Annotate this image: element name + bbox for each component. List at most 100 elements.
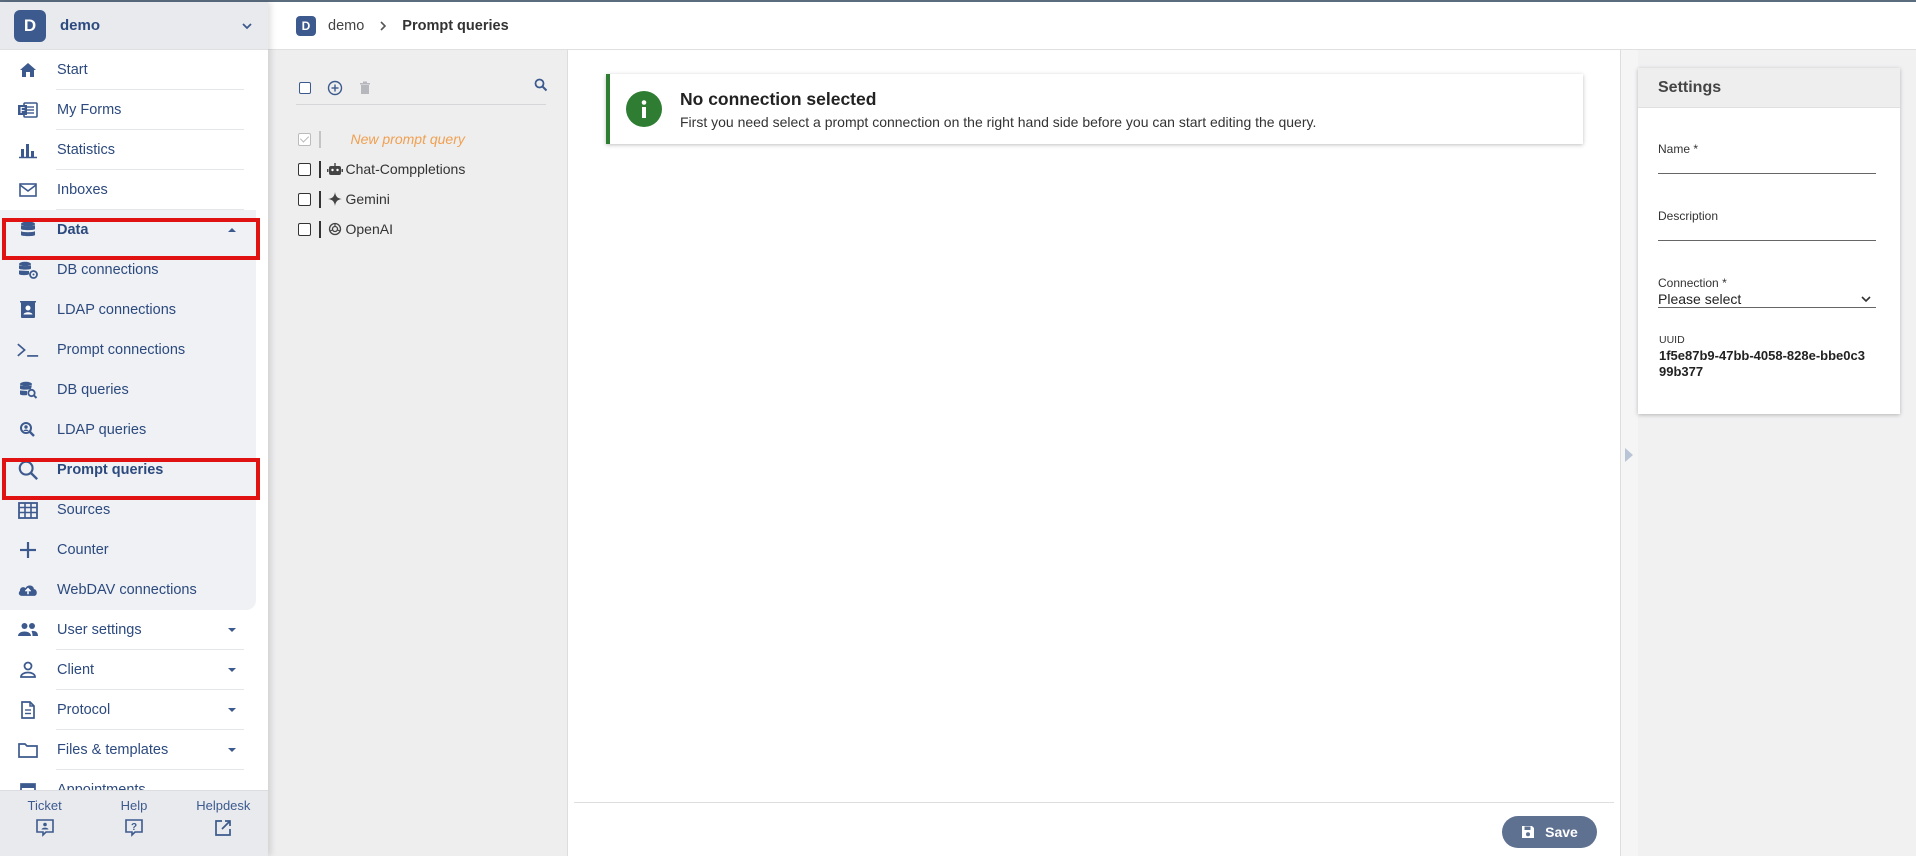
sidebar-item-appointments[interactable]: Appointments bbox=[0, 770, 256, 790]
sidebar-item-label: Statistics bbox=[57, 142, 116, 158]
settings-card: Settings Name * Description Connection *… bbox=[1638, 68, 1900, 414]
help-bubble-icon: ? bbox=[124, 818, 144, 838]
helpdesk-label: Helpdesk bbox=[196, 798, 251, 813]
person-icon bbox=[17, 659, 39, 681]
name-input[interactable] bbox=[1658, 156, 1876, 174]
sidebar-item-db-connections[interactable]: DB connections bbox=[0, 250, 256, 290]
sidebar: D demo Start F My Forms Statistics Inbox… bbox=[0, 2, 268, 856]
sidebar-item-prompt-connections[interactable]: Prompt connections bbox=[0, 330, 256, 370]
svg-text:F: F bbox=[20, 106, 25, 115]
sidebar-item-client[interactable]: Client bbox=[0, 650, 256, 690]
caret-down-icon bbox=[226, 665, 238, 675]
sidebar-item-ldap-connections[interactable]: LDAP connections bbox=[0, 290, 256, 330]
sidebar-item-start[interactable]: Start bbox=[0, 50, 256, 90]
data-submenu: Data DB connections LDAP connections Pro… bbox=[0, 210, 256, 610]
sidebar-item-ldap-queries[interactable]: LDAP queries bbox=[0, 410, 256, 450]
external-link-icon bbox=[213, 818, 233, 838]
sidebar-item-inboxes[interactable]: Inboxes bbox=[0, 170, 256, 210]
help-button[interactable]: Help ? bbox=[99, 798, 169, 838]
tree-search-icon[interactable] bbox=[534, 78, 548, 92]
sidebar-item-label: Appointments bbox=[57, 782, 146, 790]
sidebar-item-sources[interactable]: Sources bbox=[0, 490, 256, 530]
settings-panel-area: Settings Name * Description Connection *… bbox=[1638, 50, 1916, 856]
database-settings-icon bbox=[17, 259, 39, 281]
tenant-name: demo bbox=[60, 17, 101, 34]
tree-item-new[interactable]: New prompt query bbox=[298, 128, 465, 150]
tree-item[interactable]: Chat-Comppletions bbox=[298, 158, 465, 180]
tree-connector bbox=[319, 190, 321, 208]
uuid-value: 1f5e87b9-47bb-4058-828e-bbe0c399b377 bbox=[1659, 348, 1865, 379]
description-input[interactable] bbox=[1658, 223, 1876, 241]
sidebar-item-user-settings[interactable]: User settings bbox=[0, 610, 256, 650]
sidebar-item-db-queries[interactable]: DB queries bbox=[0, 370, 256, 410]
tenant-switcher[interactable]: D demo bbox=[0, 2, 268, 50]
sidebar-item-label: Prompt connections bbox=[57, 342, 186, 358]
new-prompt-query-label: New prompt query bbox=[350, 131, 465, 147]
name-field-label: Name * bbox=[1658, 142, 1699, 156]
sidebar-footer: Ticket Help ? Helpdesk bbox=[0, 790, 268, 856]
connection-field[interactable]: Connection * Please select bbox=[1658, 276, 1876, 308]
description-field[interactable]: Description bbox=[1658, 209, 1876, 241]
people-icon bbox=[17, 619, 39, 641]
tenant-avatar: D bbox=[14, 9, 46, 42]
sidebar-item-label: DB connections bbox=[57, 262, 159, 278]
footer-divider bbox=[574, 802, 1614, 803]
alert-message: First you need select a prompt connectio… bbox=[680, 113, 1317, 130]
calendar-icon bbox=[17, 779, 39, 790]
sidebar-item-data[interactable]: Data bbox=[0, 210, 256, 250]
ticket-button[interactable]: Ticket bbox=[10, 798, 80, 838]
helpdesk-button[interactable]: Helpdesk bbox=[188, 798, 258, 838]
sidebar-item-webdav-connections[interactable]: WebDAV connections bbox=[0, 570, 256, 610]
sidebar-item-label: LDAP connections bbox=[57, 302, 177, 318]
caret-down-icon bbox=[226, 705, 238, 715]
tree-item-checkbox[interactable] bbox=[298, 162, 311, 176]
sidebar-item-my-forms[interactable]: F My Forms bbox=[0, 90, 256, 130]
sidebar-item-files-templates[interactable]: Files & templates bbox=[0, 730, 256, 770]
alert-title: No connection selected bbox=[680, 88, 877, 109]
sidebar-item-counter[interactable]: Counter bbox=[0, 530, 256, 570]
tree-divider bbox=[296, 104, 546, 105]
breadcrumb-root-link[interactable]: demo bbox=[328, 18, 364, 34]
tree-item-checkbox[interactable] bbox=[298, 222, 311, 236]
sidebar-item-label: Inboxes bbox=[57, 182, 108, 198]
breadcrumb-tenant-avatar: D bbox=[296, 15, 316, 36]
uuid-label: UUID bbox=[1659, 334, 1685, 346]
robot-icon bbox=[326, 161, 343, 177]
tree-item[interactable]: OpenAI bbox=[298, 218, 393, 240]
mail-icon bbox=[17, 179, 39, 201]
sidebar-item-label: User settings bbox=[57, 622, 142, 638]
sidebar-item-protocol[interactable]: Protocol bbox=[0, 690, 256, 730]
caret-down-icon bbox=[226, 625, 238, 635]
svg-text:?: ? bbox=[131, 822, 137, 833]
table-icon bbox=[17, 499, 39, 521]
connection-select[interactable]: Please select bbox=[1658, 290, 1876, 308]
name-field[interactable]: Name * bbox=[1658, 142, 1876, 174]
sidebar-item-prompt-queries[interactable]: Prompt queries bbox=[0, 450, 256, 490]
terminal-prompt-icon bbox=[17, 339, 39, 361]
folder-icon bbox=[17, 739, 39, 761]
chevron-right-icon bbox=[378, 20, 388, 32]
chevron-down-icon bbox=[1860, 294, 1872, 304]
tree-item[interactable]: Gemini bbox=[298, 188, 390, 210]
breadcrumb-current: Prompt queries bbox=[402, 17, 509, 34]
tree-item-checkbox[interactable] bbox=[298, 192, 311, 206]
connection-field-label: Connection * bbox=[1658, 276, 1727, 290]
support-ticket-icon bbox=[35, 818, 55, 838]
sidebar-item-label: Counter bbox=[57, 542, 109, 558]
add-circle-icon[interactable] bbox=[326, 79, 344, 97]
select-all-checkbox[interactable] bbox=[296, 79, 314, 97]
sidebar-item-label: Client bbox=[57, 662, 95, 678]
save-label: Save bbox=[1545, 824, 1578, 840]
save-button[interactable]: Save bbox=[1502, 816, 1597, 848]
description-field-label: Description bbox=[1658, 209, 1719, 223]
sidebar-item-statistics[interactable]: Statistics bbox=[0, 130, 256, 170]
ticket-label: Ticket bbox=[27, 798, 62, 813]
tree-connector bbox=[319, 130, 321, 148]
sidebar-item-label: Data bbox=[57, 222, 89, 238]
tree-item-label: OpenAI bbox=[345, 221, 393, 237]
help-label: Help bbox=[120, 798, 148, 813]
panel-collapse-handle[interactable] bbox=[1620, 50, 1638, 856]
sidebar-item-label: Start bbox=[57, 62, 88, 78]
info-alert: No connection selected First you need se… bbox=[606, 74, 1583, 144]
trash-icon[interactable] bbox=[356, 79, 374, 97]
